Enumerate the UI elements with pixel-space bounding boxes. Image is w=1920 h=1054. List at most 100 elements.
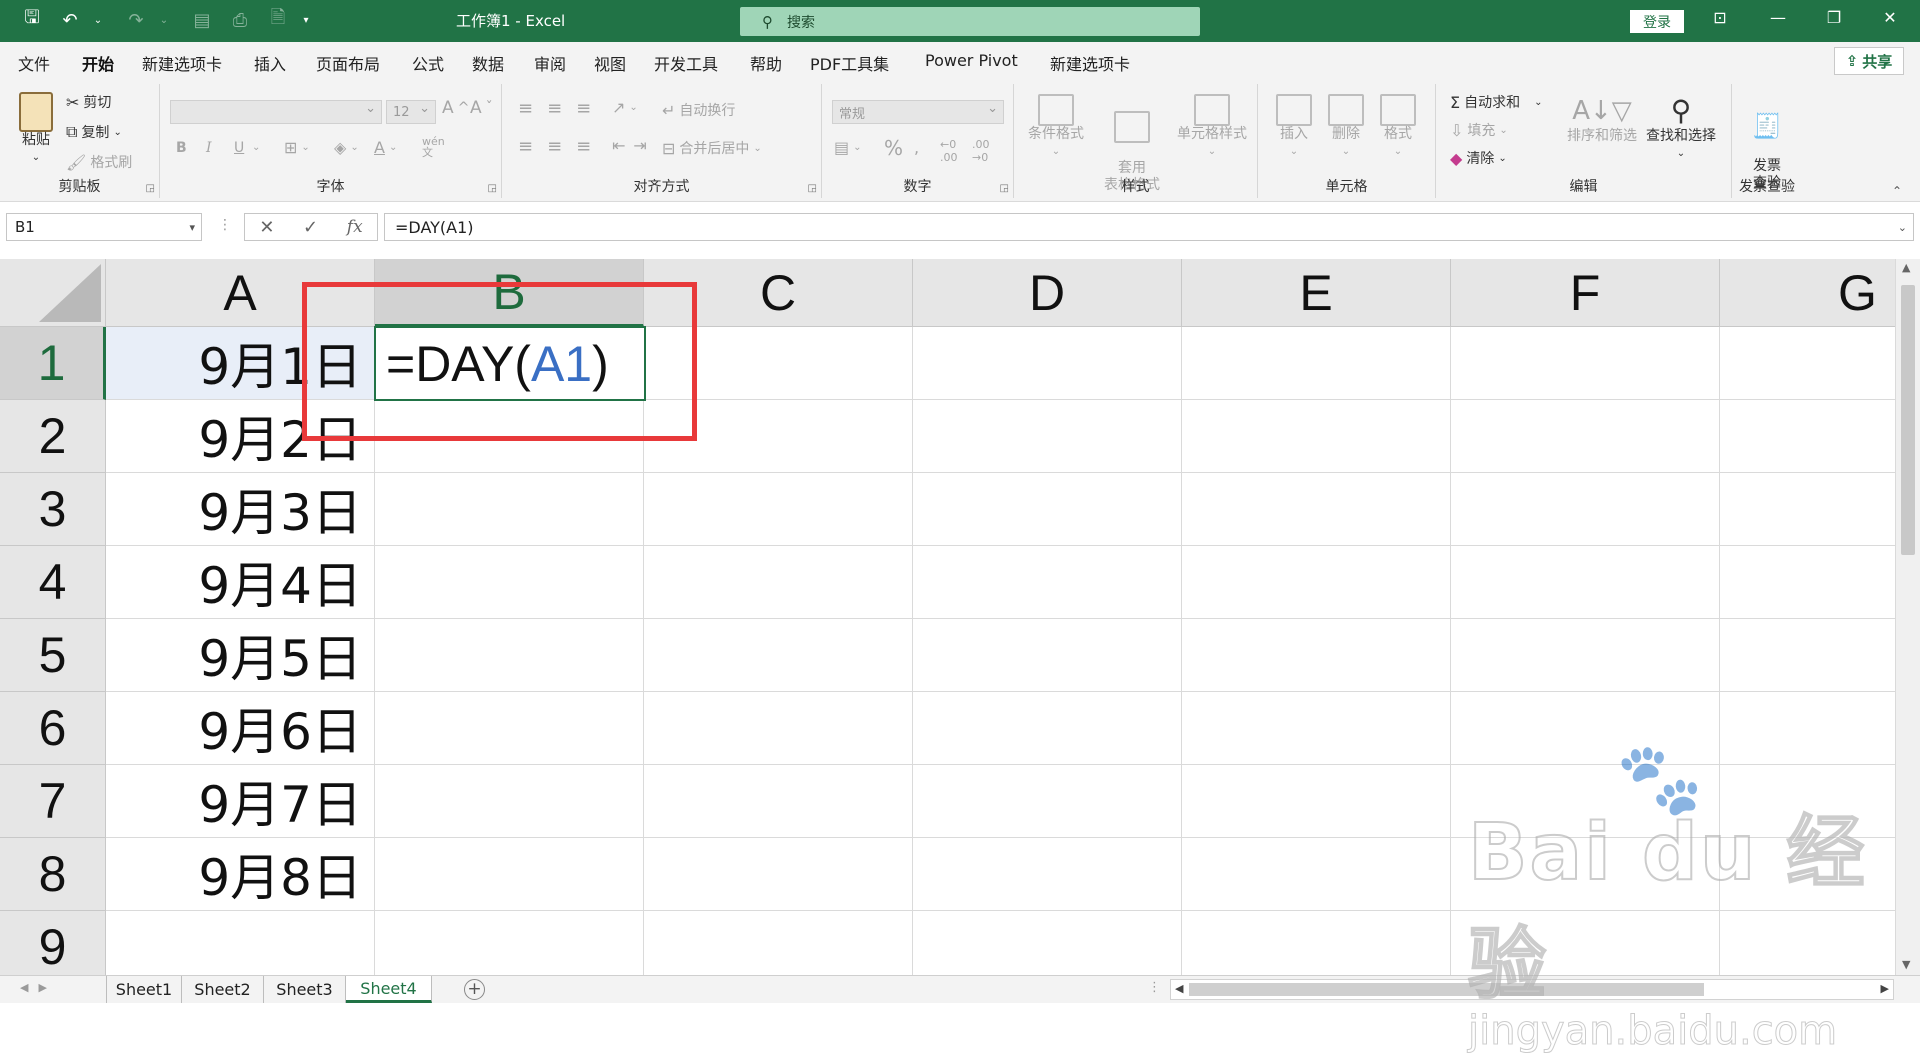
- expand-formula-bar-icon[interactable]: ⌄: [1898, 221, 1907, 234]
- sheet-tab-4[interactable]: Sheet4: [346, 976, 432, 1003]
- clear-button[interactable]: ◆ 清除 ⌄: [1450, 148, 1507, 168]
- sheet-nav-arrows-icon[interactable]: ◀▶: [20, 981, 57, 994]
- underline-button: U: [234, 140, 245, 156]
- cell-a2[interactable]: 9月2日: [106, 400, 375, 473]
- login-button[interactable]: 登录: [1630, 10, 1684, 33]
- column-header-d[interactable]: D: [913, 259, 1182, 327]
- sheet-tab-2[interactable]: Sheet2: [182, 976, 264, 1003]
- column-header-f[interactable]: F: [1451, 259, 1720, 327]
- column-header-e[interactable]: E: [1182, 259, 1451, 327]
- name-box[interactable]: B1 ▾: [6, 213, 202, 241]
- cell-a1[interactable]: 9月1日: [106, 327, 375, 400]
- tab-help[interactable]: 帮助: [750, 51, 782, 75]
- row-header-9[interactable]: 9: [0, 911, 106, 975]
- cut-button[interactable]: ✂ 剪切: [66, 92, 111, 112]
- enter-icon[interactable]: ✓: [303, 217, 318, 238]
- row-header-7[interactable]: 7: [0, 765, 106, 838]
- vertical-scroll-thumb[interactable]: [1901, 285, 1915, 555]
- add-sheet-icon[interactable]: +: [464, 979, 485, 1000]
- name-box-dropdown-icon[interactable]: ▾: [189, 221, 195, 234]
- underline-dropdown-icon: ⌄: [252, 142, 261, 153]
- cell-a5[interactable]: 9月5日: [106, 619, 375, 692]
- row-header-8[interactable]: 8: [0, 838, 106, 911]
- restore-icon[interactable]: ❐: [1822, 8, 1846, 27]
- row-header-5[interactable]: 5: [0, 619, 106, 692]
- share-button[interactable]: ⇪ 共享: [1834, 47, 1904, 75]
- tab-developer[interactable]: 开发工具: [654, 51, 718, 75]
- font-group: 12 A^ Aˇ B I U ⌄ ⊞⌄ ◈⌄ A⌄ wén文 字体 ◲: [160, 84, 502, 198]
- accounting-format-icon: ▤ ⌄: [834, 138, 862, 157]
- select-all-button[interactable]: [0, 259, 106, 327]
- print-preview-icon: ⎙: [232, 9, 248, 31]
- save-icon[interactable]: 🖫: [20, 7, 44, 32]
- customize-qat-icon[interactable]: ▾: [294, 8, 318, 32]
- close-icon[interactable]: ✕: [1878, 8, 1902, 27]
- autosum-button[interactable]: Σ 自动求和 ⌄: [1450, 92, 1543, 112]
- row-header-1[interactable]: 1: [0, 327, 106, 400]
- formula-text: =DAY(A1): [395, 217, 474, 237]
- scroll-right-icon[interactable]: ▶: [1881, 982, 1889, 995]
- editing-group: Σ 自动求和 ⌄ ⇩ 填充 ⌄ ◆ 清除 ⌄ A↓▽ 排序和筛选 ⚲ 查找和选择 ⌄ 编辑: [1436, 84, 1732, 198]
- cell-a6[interactable]: 9月6日: [106, 692, 375, 765]
- row-header-3[interactable]: 3: [0, 473, 106, 546]
- tab-data[interactable]: 数据: [472, 51, 504, 75]
- horizontal-scroll-thumb[interactable]: [1189, 983, 1704, 996]
- formula-input[interactable]: =DAY(A1) ⌄: [384, 213, 1914, 241]
- column-header-b[interactable]: B: [375, 259, 644, 327]
- undo-icon[interactable]: ↶: [58, 8, 82, 32]
- clipboard-launcher-icon[interactable]: ◲: [146, 183, 155, 194]
- scroll-up-icon[interactable]: ▲: [1902, 261, 1910, 274]
- tab-pdf-tools[interactable]: PDF工具集: [810, 51, 889, 75]
- paste-label: 粘贴: [22, 132, 50, 148]
- vertical-scrollbar[interactable]: ▲ ▼: [1895, 259, 1920, 975]
- collapse-ribbon-icon[interactable]: ⌃: [1892, 184, 1902, 198]
- scroll-left-icon[interactable]: ◀: [1175, 982, 1183, 995]
- cell-styles-icon: [1194, 94, 1230, 126]
- cell-a7[interactable]: 9月7日: [106, 765, 375, 838]
- tab-home[interactable]: 开始: [82, 51, 115, 83]
- column-header-a[interactable]: A: [106, 259, 375, 327]
- tab-new-tab-2[interactable]: 新建选项卡: [1050, 51, 1130, 75]
- hscroll-grip-icon: ⋮: [1148, 980, 1161, 995]
- search-box[interactable]: ⚲ 搜索: [740, 7, 1200, 36]
- sheet-tab-1[interactable]: Sheet1: [106, 976, 182, 1003]
- cancel-icon[interactable]: ✕: [259, 217, 274, 238]
- cell-b1-active[interactable]: =DAY(A1): [374, 326, 646, 401]
- column-header-g[interactable]: G: [1720, 259, 1920, 327]
- cell-a8[interactable]: 9月8日: [106, 838, 375, 911]
- copy-button[interactable]: ⧉ 复制 ⌄: [66, 122, 122, 142]
- row-header-2[interactable]: 2: [0, 400, 106, 473]
- tab-power-pivot[interactable]: Power Pivot: [925, 51, 1018, 70]
- row-header-4[interactable]: 4: [0, 546, 106, 619]
- empty-cells[interactable]: [375, 327, 1895, 975]
- cell-a9[interactable]: [106, 911, 375, 975]
- merge-center-label: 合并后居中: [679, 141, 750, 157]
- tab-review[interactable]: 审阅: [534, 51, 566, 75]
- find-select-button[interactable]: ⚲ 查找和选择 ⌄: [1640, 94, 1722, 162]
- copy-label: 复制: [81, 125, 110, 141]
- tab-file[interactable]: 文件: [18, 51, 50, 75]
- scroll-down-icon[interactable]: ▼: [1902, 958, 1910, 971]
- autosum-dropdown-icon[interactable]: ⌄: [1534, 97, 1542, 108]
- tab-formulas[interactable]: 公式: [412, 51, 444, 75]
- tab-page-layout[interactable]: 页面布局: [316, 51, 380, 75]
- sheet-tab-3[interactable]: Sheet3: [264, 976, 346, 1003]
- tab-view[interactable]: 视图: [594, 51, 626, 75]
- window-title: 工作簿1 - Excel: [456, 12, 566, 30]
- ribbon: 粘贴 ⌄ ✂剪切 ⧉复制⌄ 🖌格式刷 剪贴板 ◲ 12 A^ Aˇ B I U …: [0, 80, 1920, 202]
- row-header-6[interactable]: 6: [0, 692, 106, 765]
- insert-function-icon[interactable]: fx: [347, 217, 363, 237]
- minimize-icon[interactable]: —: [1766, 8, 1790, 27]
- tab-insert[interactable]: 插入: [254, 51, 286, 75]
- cell-a3[interactable]: 9月3日: [106, 473, 375, 546]
- font-group-label: 字体: [316, 179, 345, 195]
- horizontal-scrollbar[interactable]: ◀ ▶: [1170, 979, 1894, 1000]
- ribbon-display-options-icon[interactable]: ⊡: [1708, 8, 1732, 27]
- conditional-formatting-button: 条件格式 ⌄: [1024, 94, 1088, 160]
- undo-dropdown-icon[interactable]: ⌄: [86, 8, 110, 32]
- paste-button[interactable]: 粘贴 ⌄: [14, 92, 58, 166]
- cell-a4[interactable]: 9月4日: [106, 546, 375, 619]
- tab-new-tab-1[interactable]: 新建选项卡: [142, 51, 222, 75]
- styles-group: 条件格式 ⌄ 套用 表格格式 单元格样式 ⌄ 样式: [1014, 84, 1258, 198]
- column-header-c[interactable]: C: [644, 259, 913, 327]
